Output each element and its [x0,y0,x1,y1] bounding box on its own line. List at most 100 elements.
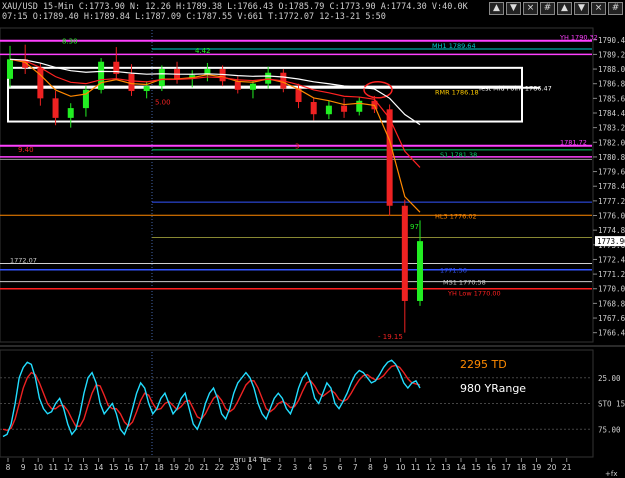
level-label: MS1 1770.58 [443,279,486,287]
x-tick-label: 14 [94,463,104,472]
price-annotation: 8.30 [62,37,78,45]
window-toolbar: ▲ ▼ × # ▲ ▼ × # [489,2,623,15]
grid-icon[interactable]: # [540,2,555,15]
level-label: HL3 1776.02 [435,212,477,220]
price-annotation: 5.00 [155,98,171,106]
x-tick-label: 9 [21,463,26,472]
candle-body [143,86,150,92]
x-tick-label: 7 [353,463,358,472]
x-tick-label: 19 [532,463,542,472]
x-tick-label: 14 [456,463,466,472]
x-tick-label: 15 [471,463,481,472]
x-tick-label: 20 [547,463,557,472]
y-tick-label: 1788.00 [598,65,625,74]
x-tick-label: 22 [215,463,225,472]
candle-body [52,98,59,118]
price-annotation: 9.40 [18,146,34,154]
candle-body [310,102,317,115]
osc-tick-label: 25.00 [598,374,621,383]
candle-body [234,81,241,90]
x-tick-label: 11 [49,463,59,472]
chart-canvas: 1790.401789.201788.001786.801785.601784.… [0,0,625,478]
x-tick-label: 23 [230,463,240,472]
x-tick-label: 10 [33,463,43,472]
x-tick-label: 1 [262,463,267,472]
x-tick-label: 17 [139,463,149,472]
header-line-2: 07:15 O:1789.40 H:1789.84 L:1787.09 C:17… [2,12,386,22]
y-tick-label: 1768.80 [598,299,625,308]
fit-label: +fx [605,470,617,478]
candle-body [417,241,423,301]
y-tick-label: 1766.40 [598,329,625,338]
scroll-up-icon[interactable]: ▲ [557,2,572,15]
level-label: Yest Mid Point 1786.47 [477,85,552,93]
price-annotation: - 19.15 [378,333,403,341]
level-label: S1 1781.38 [440,151,477,159]
x-tick-label: 12 [64,463,74,472]
y-tick-label: 1771.20 [598,270,625,279]
candle-body [356,100,363,112]
level-label: 1771.56 [440,267,467,275]
x-tick-label: 2 [277,463,282,472]
y-tick-label: 1772.40 [598,255,625,264]
scroll-down-icon[interactable]: ▼ [574,2,589,15]
x-tick-label: 6 [338,463,343,472]
y-tick-label: 1782.00 [598,138,625,147]
y-tick-label: 1774.80 [598,226,625,235]
close-icon[interactable]: × [591,2,606,15]
x-tick-label: 8 [368,463,373,472]
y-tick-label: 1777.20 [598,197,625,206]
current-price-label: 1773.90 [597,237,625,246]
x-tick-label: 9 [383,463,388,472]
x-tick-label: 3 [293,463,298,472]
candle-body [341,105,348,112]
price-annotation: 4.42 [195,47,211,55]
x-tick-label: 16 [486,463,496,472]
x-tick-label: 18 [517,463,527,472]
x-tick-label: 4 [308,463,313,472]
close-icon[interactable]: × [523,2,538,15]
candle-body [158,69,165,87]
x-tick-label: 21 [562,463,572,472]
x-tick-label: 10 [396,463,406,472]
x-tick-label: 19 [169,463,179,472]
y-tick-label: 1780.80 [598,153,625,162]
x-tick-label: 16 [124,463,134,472]
candle-body [265,72,272,84]
x-tick-label: 0 [247,463,252,472]
y-tick-label: 1770.00 [598,285,625,294]
y-tick-label: 1767.60 [598,314,625,323]
td-label: 2295 TD [460,358,507,371]
candle-body [98,61,105,90]
date-label: gru 14 Tue [234,456,271,464]
candle-body [249,83,256,90]
x-tick-label: 20 [184,463,194,472]
y-tick-label: 1789.20 [598,50,625,59]
candle-body [7,59,13,79]
header-line-1: XAU/USD 15-Min C:1773.90 N: 12.26 H:1789… [2,2,468,12]
candle-body [325,105,332,115]
x-tick-label: 15 [109,463,119,472]
candle-body [67,108,74,118]
chart-header: XAU/USD 15-Min C:1773.90 N: 12.26 H:1789… [2,2,468,22]
x-tick-label: 21 [200,463,210,472]
price-annotation: 97 [410,223,419,231]
y-tick-label: 1785.60 [598,94,625,103]
y-tick-label: 1784.40 [598,109,625,118]
yrange-label: 980 YRange [460,382,527,395]
y-tick-label: 1783.20 [598,124,625,133]
y-tick-label: 1790.40 [598,36,625,45]
grid-icon[interactable]: # [608,2,623,15]
osc-tick-label: 75.00 [598,425,621,434]
x-tick-label: 8 [6,463,11,472]
x-tick-label: 18 [154,463,164,472]
scroll-down-icon[interactable]: ▼ [506,2,521,15]
x-tick-label: 5 [323,463,328,472]
x-tick-label: 12 [426,463,436,472]
x-tick-label: 11 [411,463,421,472]
candle-body [401,205,408,301]
x-tick-label: 17 [502,463,512,472]
level-label: YH Low 1770.00 [447,290,501,298]
scroll-up-icon[interactable]: ▲ [489,2,504,15]
y-tick-label: 1786.80 [598,80,625,89]
